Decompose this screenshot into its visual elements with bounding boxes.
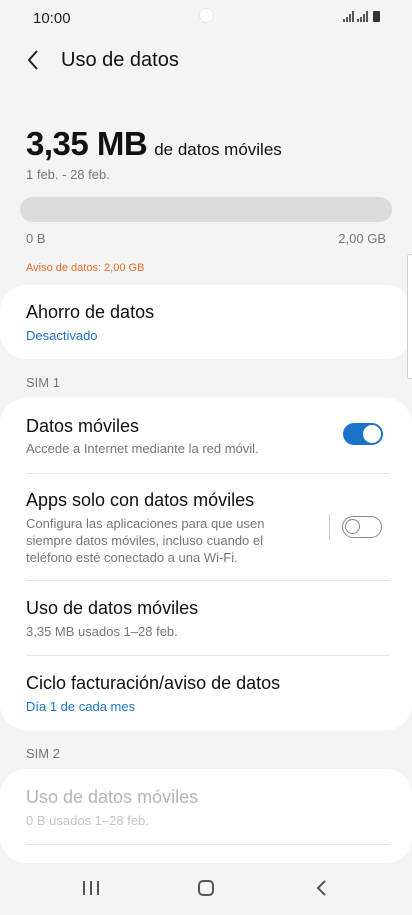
wifi-signal-icon — [343, 11, 354, 22]
navigation-bar — [0, 863, 412, 915]
divider — [26, 844, 390, 845]
mobile-data-subtitle: Accede a Internet mediante la red móvil. — [26, 441, 259, 456]
usage-period: 1 feb. - 28 feb. — [26, 167, 110, 182]
mobile-data-row[interactable]: Datos móviles Accede a Internet mediante… — [0, 398, 412, 473]
back-button[interactable] — [20, 46, 48, 74]
status-bar: 10:00 — [0, 0, 412, 36]
page-title: Uso de datos — [61, 49, 179, 71]
nav-back-button[interactable] — [304, 873, 340, 903]
data-warning-text: Aviso de datos: 2,00 GB — [26, 262, 145, 274]
back-arrow-icon — [27, 50, 38, 70]
status-time: 10:00 — [33, 10, 71, 27]
billing-cycle-subtitle: Día 1 de cada mes — [26, 699, 136, 714]
billing-cycle-row[interactable]: Ciclo facturación/aviso de datos Día 1 d… — [0, 656, 412, 730]
mobile-only-apps-toggle[interactable] — [342, 516, 382, 538]
nav-back-icon — [316, 880, 326, 896]
usage-unit-text: de datos móviles — [154, 140, 282, 159]
sim2-mobile-usage-row: Uso de datos móviles 0 B usados 1–28 feb… — [0, 769, 412, 844]
progress-min-label: 0 B — [26, 231, 46, 246]
mobile-only-apps-subtitle-line-2: siempre datos móviles, incluso cuando el — [26, 533, 264, 548]
recent-apps-icon — [83, 881, 99, 895]
status-icons — [343, 11, 380, 22]
camera-cutout — [199, 8, 214, 23]
data-saver-status: Desactivado — [26, 328, 98, 343]
scrollbar-handle[interactable] — [407, 254, 412, 379]
data-saver-row[interactable]: Ahorro de datos Desactivado — [0, 285, 412, 359]
usage-progress-bar — [20, 197, 392, 222]
sim1-card: Datos móviles Accede a Internet mediante… — [0, 398, 412, 730]
signal-icon — [357, 11, 368, 22]
mobile-only-apps-subtitle-line-3: teléfono esté conectado a una Wi-Fi. — [26, 550, 238, 565]
sim2-mobile-usage-title: Uso de datos móviles — [26, 787, 199, 807]
mobile-usage-title: Uso de datos móviles — [26, 598, 199, 618]
data-saver-card: Ahorro de datos Desactivado — [0, 285, 412, 359]
app-bar: Uso de datos — [0, 38, 412, 82]
billing-cycle-title: Ciclo facturación/aviso de datos — [26, 673, 281, 693]
mobile-usage-subtitle: 3,35 MB usados 1–28 feb. — [26, 624, 178, 639]
data-saver-title: Ahorro de datos — [26, 302, 155, 322]
mobile-data-toggle[interactable] — [343, 423, 383, 445]
recent-apps-button[interactable] — [73, 873, 109, 903]
progress-max-label: 2,00 GB — [338, 231, 386, 246]
usage-value: 3,35 MB — [26, 125, 148, 162]
mobile-data-title: Datos móviles — [26, 416, 140, 436]
sim2-label: SIM 2 — [26, 746, 60, 761]
toggle-separator — [329, 514, 330, 540]
sim2-card: Uso de datos móviles 0 B usados 1–28 feb… — [0, 769, 412, 863]
home-button[interactable] — [188, 873, 224, 903]
mobile-usage-row[interactable]: Uso de datos móviles 3,35 MB usados 1–28… — [0, 581, 412, 655]
battery-icon — [373, 11, 380, 22]
mobile-only-apps-subtitle-line-1: Configura las aplicaciones para que usen — [26, 516, 265, 531]
mobile-only-apps-title: Apps solo con datos móviles — [26, 490, 255, 510]
usage-summary: 3,35 MB de datos móviles — [26, 125, 282, 163]
sim1-label: SIM 1 — [26, 375, 60, 390]
home-icon — [198, 880, 214, 896]
sim2-mobile-usage-subtitle: 0 B usados 1–28 feb. — [26, 813, 149, 828]
